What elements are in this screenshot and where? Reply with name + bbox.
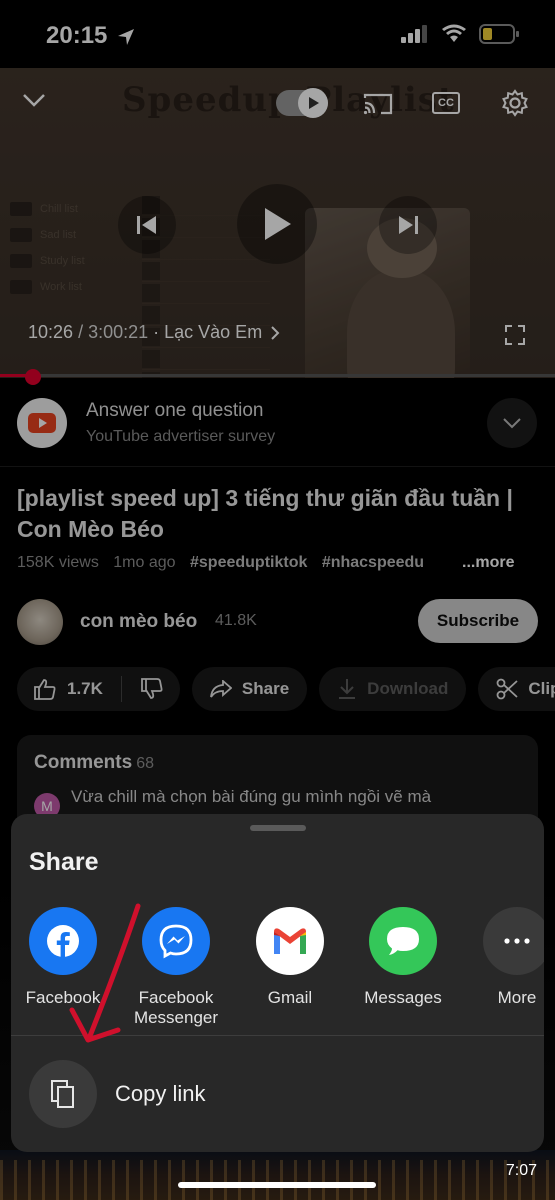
- home-indicator[interactable]: [178, 1182, 376, 1188]
- share-target-label: More: [497, 988, 537, 1007]
- copy-icon: [29, 1060, 97, 1128]
- copy-link-label: Copy link: [115, 1081, 206, 1106]
- share-target-label: Gmail: [267, 988, 313, 1007]
- share-target-more[interactable]: More: [462, 907, 544, 1008]
- messages-icon: [369, 907, 437, 975]
- annotation-arrow-icon: [69, 903, 141, 1043]
- share-target-messages[interactable]: Messages: [348, 907, 458, 1008]
- share-target-gmail[interactable]: Gmail: [235, 907, 345, 1008]
- share-sheet-title: Share: [29, 848, 99, 876]
- sheet-grabber[interactable]: [250, 825, 306, 831]
- background-clock: 7:07: [505, 1162, 537, 1179]
- share-target-label: Messages: [364, 988, 442, 1007]
- gmail-icon: [256, 907, 324, 975]
- copy-link-button[interactable]: Copy link: [29, 1060, 205, 1128]
- more-icon: [483, 907, 544, 975]
- messenger-icon: [142, 907, 210, 975]
